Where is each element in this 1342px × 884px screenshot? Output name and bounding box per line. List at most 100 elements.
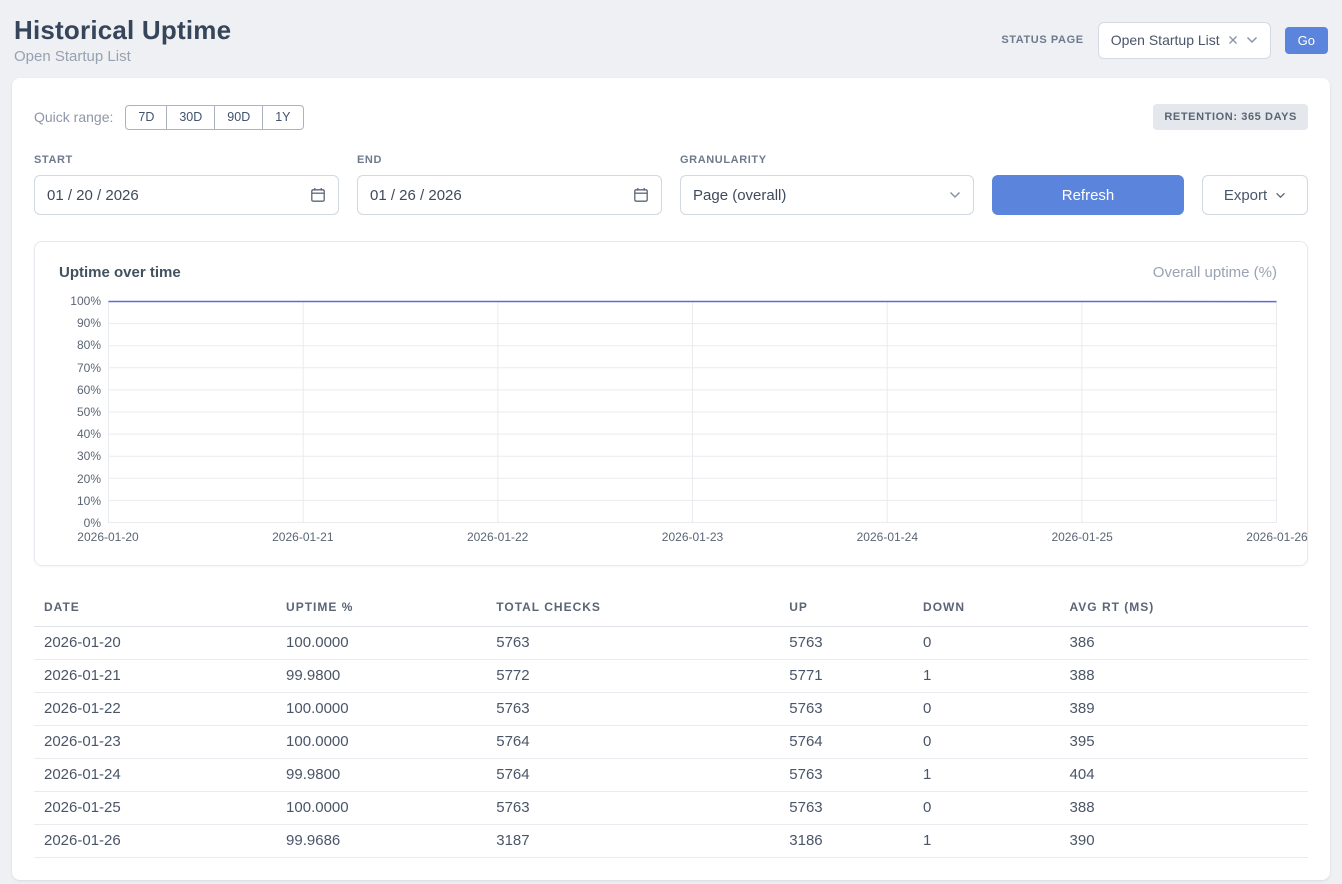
- chevron-down-icon: [1275, 192, 1286, 199]
- status-page-controls: STATUS PAGE Open Startup List Go: [1001, 22, 1328, 59]
- table-cell: 5772: [486, 660, 779, 693]
- table-cell: 0: [913, 792, 1060, 825]
- retention-badge: RETENTION: 365 DAYS: [1153, 104, 1308, 130]
- table-cell: 3186: [779, 825, 913, 858]
- chart-body: 100%90%80%70%60%50%40%30%20%10%0% 2026-0…: [59, 301, 1277, 549]
- x-axis-label: 2026-01-21: [272, 531, 333, 543]
- uptime-line-chart: [108, 301, 1277, 523]
- table-cell: 0: [913, 627, 1060, 660]
- y-axis-label: 30%: [77, 450, 101, 462]
- y-axis-label: 10%: [77, 495, 101, 507]
- chart-plot-wrap: 2026-01-202026-01-212026-01-222026-01-23…: [108, 301, 1277, 549]
- chart-title: Uptime over time: [59, 264, 181, 281]
- calendar-icon[interactable]: [633, 187, 649, 203]
- table-cell: 5763: [779, 792, 913, 825]
- start-date-field: START 01 / 20 / 2026: [34, 154, 339, 215]
- start-date-value: 01 / 20 / 2026: [47, 187, 139, 204]
- chart-legend: Overall uptime (%): [1153, 264, 1277, 281]
- table-cell: 5764: [486, 759, 779, 792]
- export-button[interactable]: Export: [1202, 175, 1308, 215]
- table-column-header: DATE: [34, 590, 276, 627]
- end-date-input[interactable]: 01 / 26 / 2026: [357, 175, 662, 215]
- granularity-selected-value: Page (overall): [693, 187, 786, 204]
- status-page-selected-value: Open Startup List: [1111, 32, 1220, 48]
- table-row: 2026-01-2199.9800577257711388: [34, 660, 1308, 693]
- table-cell: 2026-01-22: [34, 693, 276, 726]
- table-row: 2026-01-22100.0000576357630389: [34, 693, 1308, 726]
- x-axis-label: 2026-01-22: [467, 531, 528, 543]
- table-cell: 395: [1060, 726, 1308, 759]
- quick-range-row: Quick range: 7D30D90D1Y RETENTION: 365 D…: [34, 104, 1308, 130]
- uptime-card: Quick range: 7D30D90D1Y RETENTION: 365 D…: [12, 78, 1330, 880]
- y-axis-label: 80%: [77, 339, 101, 351]
- table-column-header: DOWN: [913, 590, 1060, 627]
- table-cell: 2026-01-26: [34, 825, 276, 858]
- table-cell: 5763: [486, 792, 779, 825]
- chart-y-axis: 100%90%80%70%60%50%40%30%20%10%0%: [59, 301, 101, 523]
- table-cell: 390: [1060, 825, 1308, 858]
- table-column-header: AVG RT (MS): [1060, 590, 1308, 627]
- table-cell: 2026-01-23: [34, 726, 276, 759]
- table-cell: 388: [1060, 660, 1308, 693]
- y-axis-label: 70%: [77, 362, 101, 374]
- quick-range-1y-button[interactable]: 1Y: [262, 105, 303, 130]
- table-column-header: UP: [779, 590, 913, 627]
- granularity-select[interactable]: Page (overall): [680, 175, 974, 215]
- table-row: 2026-01-2499.9800576457631404: [34, 759, 1308, 792]
- quick-range-group: 7D30D90D1Y: [125, 105, 303, 130]
- start-date-label: START: [34, 154, 339, 166]
- status-page-select[interactable]: Open Startup List: [1098, 22, 1271, 59]
- chart-plot: [108, 301, 1277, 523]
- go-button[interactable]: Go: [1285, 27, 1328, 54]
- y-axis-label: 90%: [77, 317, 101, 329]
- table-cell: 2026-01-25: [34, 792, 276, 825]
- table-cell: 99.9686: [276, 825, 486, 858]
- table-cell: 2026-01-20: [34, 627, 276, 660]
- table-row: 2026-01-2699.9686318731861390: [34, 825, 1308, 858]
- start-date-input[interactable]: 01 / 20 / 2026: [34, 175, 339, 215]
- clear-icon[interactable]: [1228, 35, 1238, 45]
- table-header-row: DATEUPTIME %TOTAL CHECKSUPDOWNAVG RT (MS…: [34, 590, 1308, 627]
- chart-card: Uptime over time Overall uptime (%) 100%…: [34, 241, 1308, 566]
- table-cell: 5771: [779, 660, 913, 693]
- table-cell: 404: [1060, 759, 1308, 792]
- granularity-label: GRANULARITY: [680, 154, 974, 166]
- x-axis-label: 2026-01-25: [1051, 531, 1112, 543]
- granularity-field: GRANULARITY Page (overall): [680, 154, 974, 215]
- table-column-header: TOTAL CHECKS: [486, 590, 779, 627]
- table-cell: 386: [1060, 627, 1308, 660]
- table-cell: 5764: [779, 726, 913, 759]
- x-axis-label: 2026-01-24: [857, 531, 918, 543]
- table-row: 2026-01-25100.0000576357630388: [34, 792, 1308, 825]
- export-button-label: Export: [1224, 187, 1267, 204]
- end-date-value: 01 / 26 / 2026: [370, 187, 462, 204]
- table-cell: 99.9800: [276, 759, 486, 792]
- quick-range-7d-button[interactable]: 7D: [125, 105, 167, 130]
- y-axis-label: 60%: [77, 384, 101, 396]
- filters-row: START 01 / 20 / 2026 END: [34, 154, 1308, 215]
- table-cell: 388: [1060, 792, 1308, 825]
- table-cell: 1: [913, 759, 1060, 792]
- table-cell: 5763: [779, 759, 913, 792]
- table-cell: 100.0000: [276, 792, 486, 825]
- uptime-table: DATEUPTIME %TOTAL CHECKSUPDOWNAVG RT (MS…: [34, 590, 1308, 858]
- table-cell: 0: [913, 726, 1060, 759]
- table-cell: 5763: [779, 627, 913, 660]
- refresh-button[interactable]: Refresh: [992, 175, 1184, 215]
- table-cell: 5763: [486, 693, 779, 726]
- end-date-label: END: [357, 154, 662, 166]
- page-title: Historical Uptime: [14, 15, 231, 46]
- chart-header: Uptime over time Overall uptime (%): [59, 264, 1277, 281]
- quick-range-30d-button[interactable]: 30D: [166, 105, 215, 130]
- table-cell: 100.0000: [276, 627, 486, 660]
- quick-range-90d-button[interactable]: 90D: [214, 105, 263, 130]
- table-row: 2026-01-23100.0000576457640395: [34, 726, 1308, 759]
- table-cell: 3187: [486, 825, 779, 858]
- title-block: Historical Uptime Open Startup List: [14, 15, 231, 65]
- table-cell: 1: [913, 660, 1060, 693]
- table-cell: 2026-01-24: [34, 759, 276, 792]
- calendar-icon[interactable]: [310, 187, 326, 203]
- x-axis-label: 2026-01-23: [662, 531, 723, 543]
- table-cell: 5764: [486, 726, 779, 759]
- table-cell: 1: [913, 825, 1060, 858]
